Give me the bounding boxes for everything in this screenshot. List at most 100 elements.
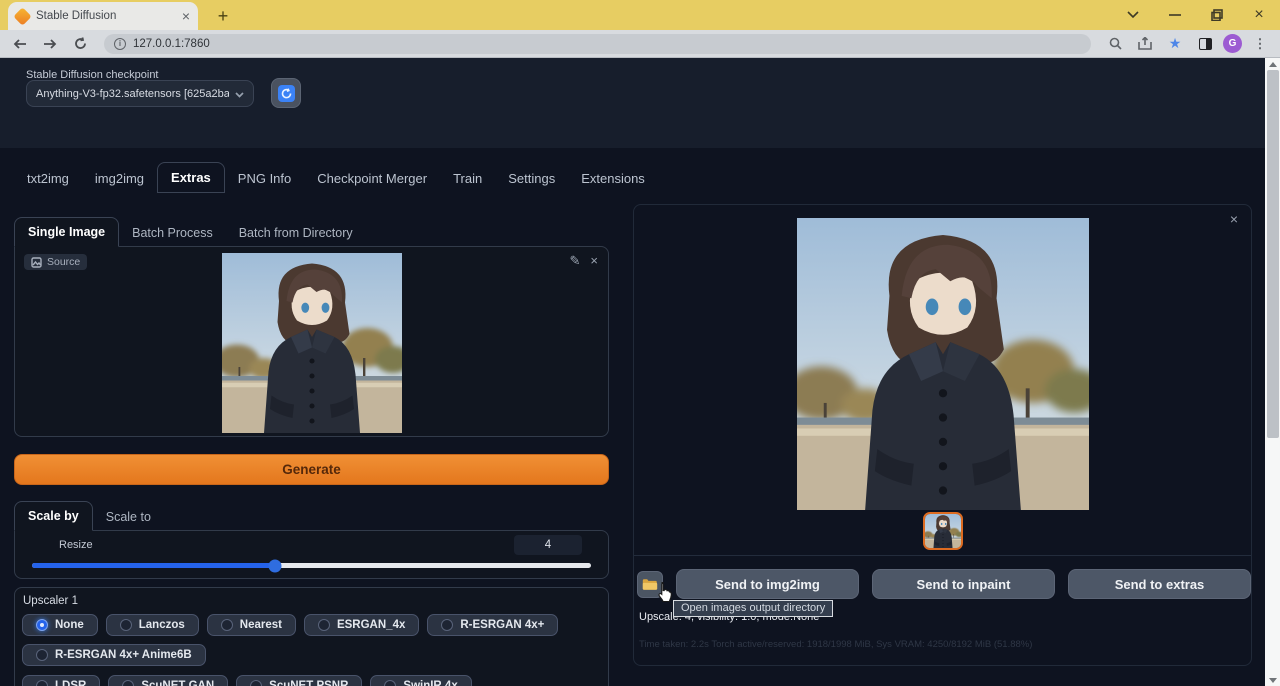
clear-image-icon[interactable]: × xyxy=(590,253,598,269)
restore-button[interactable] xyxy=(1196,0,1238,30)
edit-image-icon[interactable]: ✎ xyxy=(570,253,581,269)
source-image-dropzone[interactable]: Source ✎ × xyxy=(14,246,609,437)
favicon-icon xyxy=(13,7,31,25)
resize-slider[interactable] xyxy=(32,563,591,568)
radio-dot xyxy=(441,619,453,631)
subtab-batch-process[interactable]: Batch Process xyxy=(119,219,226,247)
new-tab-button[interactable]: + xyxy=(210,3,236,29)
page-scrollbar[interactable] xyxy=(1265,58,1280,686)
radio-upscaler1-ldsr[interactable]: LDSR xyxy=(22,675,100,686)
radio-upscaler1-scunet-psnr[interactable]: ScuNET PSNR xyxy=(236,675,362,686)
radio-dot xyxy=(318,619,330,631)
radio-upscaler1-none[interactable]: None xyxy=(22,614,98,636)
site-info-icon[interactable]: i xyxy=(114,38,126,50)
scrollbar-thumb[interactable] xyxy=(1267,70,1279,438)
url-text: 127.0.0.1:7860 xyxy=(133,38,210,50)
browser-menu-icon[interactable]: ⋮ xyxy=(1248,32,1272,56)
main-tabs: txt2img img2img Extras PNG Info Checkpoi… xyxy=(14,162,658,193)
forward-button[interactable] xyxy=(38,32,62,56)
send-to-img2img-button[interactable]: Send to img2img xyxy=(676,569,859,599)
tab-img2img[interactable]: img2img xyxy=(82,164,157,193)
tab-close-icon[interactable]: × xyxy=(182,9,190,23)
browser-tab-strip: Stable Diffusion × + × xyxy=(0,0,1280,30)
mouse-cursor xyxy=(655,581,674,603)
result-panel: × xyxy=(633,204,1252,666)
tab-settings[interactable]: Settings xyxy=(495,164,568,193)
radio-upscaler1-nearest[interactable]: Nearest xyxy=(207,614,296,636)
checkpoint-value: Anything-V3-fp32.safetensors [625a2ba2] xyxy=(36,88,229,100)
radio-upscaler1-lanczos[interactable]: Lanczos xyxy=(106,614,199,636)
refresh-checkpoints-button[interactable] xyxy=(271,78,301,108)
radio-dot xyxy=(250,680,262,686)
tab-extras[interactable]: Extras xyxy=(157,162,225,193)
panel-divider xyxy=(634,555,1251,556)
zoom-search-icon[interactable] xyxy=(1103,32,1127,56)
bookmark-star-icon[interactable]: ★ xyxy=(1163,32,1187,56)
back-button[interactable] xyxy=(8,32,32,56)
image-icon xyxy=(31,257,42,268)
checkpoint-dropdown[interactable]: Anything-V3-fp32.safetensors [625a2ba2] xyxy=(26,80,254,107)
time-taken-text: Time taken: 2.2s Torch active/reserved: … xyxy=(639,639,1032,650)
result-image[interactable] xyxy=(797,218,1089,510)
tab-search-icon[interactable] xyxy=(1112,0,1154,30)
radio-upscaler1-resrgan4x[interactable]: R-ESRGAN 4x+ xyxy=(427,614,558,636)
radio-dot xyxy=(122,680,134,686)
browser-window: Stable Diffusion × + × i xyxy=(0,0,1280,686)
send-to-inpaint-button[interactable]: Send to inpaint xyxy=(872,569,1055,599)
extras-input-column: Single Image Batch Process Batch from Di… xyxy=(14,204,609,686)
address-bar[interactable]: i 127.0.0.1:7860 xyxy=(104,34,1091,54)
scale-by-panel: Resize 4 xyxy=(14,530,609,579)
source-chip: Source xyxy=(24,254,87,270)
share-icon[interactable] xyxy=(1133,32,1157,56)
radio-upscaler1-swinir4x[interactable]: SwinIR 4x xyxy=(370,675,471,686)
browser-tab[interactable]: Stable Diffusion × xyxy=(8,2,198,30)
extras-subtabs: Single Image Batch Process Batch from Di… xyxy=(14,217,609,247)
send-button-row: Send to img2img Send to inpaint Send to … xyxy=(637,569,1251,599)
gallery-thumbnail-selected[interactable] xyxy=(923,512,963,550)
browser-toolbar: i 127.0.0.1:7860 ★ G ⋮ xyxy=(0,30,1280,58)
radio-upscaler1-scunet-gan[interactable]: ScuNET GAN xyxy=(108,675,228,686)
reload-button[interactable] xyxy=(68,32,92,56)
source-image xyxy=(222,253,402,433)
chevron-down-icon xyxy=(235,85,244,103)
gallery-close-icon[interactable]: × xyxy=(1230,211,1238,227)
side-panel-icon[interactable] xyxy=(1193,32,1217,56)
generate-button[interactable]: Generate xyxy=(14,454,609,485)
scroll-down-icon[interactable] xyxy=(1265,674,1280,686)
scroll-up-icon[interactable] xyxy=(1265,58,1280,70)
gallery-thumbnails xyxy=(634,512,1251,550)
minimize-button[interactable] xyxy=(1154,0,1196,30)
upscaler1-group: Upscaler 1 None Lanczos Nearest ESRGAN_4… xyxy=(14,587,609,686)
resize-number-input[interactable]: 4 xyxy=(514,535,582,555)
slider-handle[interactable] xyxy=(269,559,282,572)
tab-extensions[interactable]: Extensions xyxy=(568,164,658,193)
window-close-button[interactable]: × xyxy=(1238,0,1280,30)
refresh-icon xyxy=(278,85,295,102)
folder-tooltip: Open images output directory xyxy=(673,600,833,617)
radio-dot xyxy=(384,680,396,686)
tab-scale-to[interactable]: Scale to xyxy=(93,503,164,531)
radio-dot xyxy=(36,649,48,661)
subtab-single-image[interactable]: Single Image xyxy=(14,217,119,247)
send-to-extras-button[interactable]: Send to extras xyxy=(1068,569,1251,599)
tab-title: Stable Diffusion xyxy=(36,10,175,22)
tab-txt2img[interactable]: txt2img xyxy=(14,164,82,193)
resize-label: Resize xyxy=(59,539,93,551)
slider-fill xyxy=(32,563,275,568)
extras-output-column: × xyxy=(633,204,1252,686)
tab-scale-by[interactable]: Scale by xyxy=(14,501,93,531)
tab-png-info[interactable]: PNG Info xyxy=(225,164,304,193)
webui-page: Stable Diffusion checkpoint Anything-V3-… xyxy=(0,58,1265,686)
radio-dot xyxy=(120,619,132,631)
scale-tabs: Scale by Scale to xyxy=(14,501,609,531)
app-header: Stable Diffusion checkpoint Anything-V3-… xyxy=(0,58,1265,148)
radio-dot xyxy=(221,619,233,631)
radio-dot xyxy=(36,619,48,631)
radio-upscaler1-esrgan4x[interactable]: ESRGAN_4x xyxy=(304,614,419,636)
radio-upscaler1-resrgan-anime6b[interactable]: R-ESRGAN 4x+ Anime6B xyxy=(22,644,206,666)
subtab-batch-from-directory[interactable]: Batch from Directory xyxy=(226,219,366,247)
tab-checkpoint-merger[interactable]: Checkpoint Merger xyxy=(304,164,440,193)
profile-avatar[interactable]: G xyxy=(1223,34,1242,53)
source-label: Source xyxy=(47,256,80,268)
tab-train[interactable]: Train xyxy=(440,164,495,193)
